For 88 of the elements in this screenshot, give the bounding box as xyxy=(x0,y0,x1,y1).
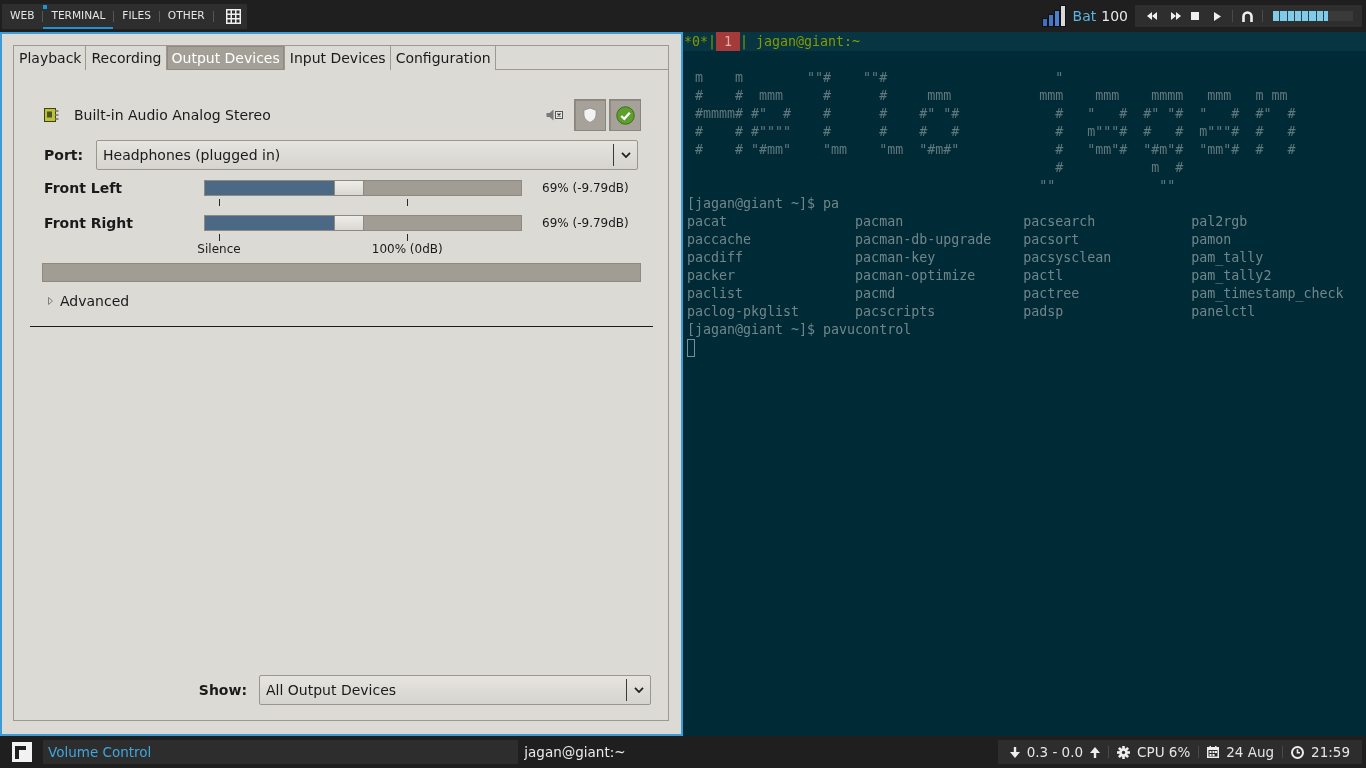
port-dropdown[interactable]: Headphones (plugged in) xyxy=(96,140,638,170)
workspace-tab[interactable]: WEB xyxy=(2,3,43,29)
network-speed: 0.3 - 0.0 xyxy=(1026,744,1084,760)
completion-entry: pacdiff xyxy=(687,250,744,265)
grid-icon[interactable] xyxy=(225,8,241,24)
workspace-tab[interactable]: OTHER xyxy=(159,3,213,29)
workspace-tab[interactable]: TERMINAL xyxy=(43,3,114,29)
window-layout-icon[interactable] xyxy=(12,742,32,762)
taskbar-button[interactable]: Volume Control xyxy=(43,740,519,764)
channel-label: Front Left xyxy=(44,180,123,196)
cpu-usage: CPU 6% xyxy=(1137,744,1191,760)
command-line: [jagan@giant ~]$ pa xyxy=(687,196,840,211)
status-label: *0*| xyxy=(684,33,717,51)
arrow-up-icon xyxy=(1090,746,1101,758)
scale-label: 100% (0dB) xyxy=(371,242,443,256)
volume-reading: 69% (-9.79dB) xyxy=(542,181,630,195)
scale-tick xyxy=(407,234,409,241)
completion-entry: paccache xyxy=(687,232,752,247)
calendar-icon xyxy=(1207,746,1220,758)
scale-label: Silence xyxy=(197,242,241,256)
device-name: Built-in Audio Analog Stereo xyxy=(74,107,271,123)
ascii-art-text: m m ""# ""# " # # mmm # # mmm mmm mmm mmmm mmm m mm #mmmm# #" # # # #" "# # " # #" "# " # #" # # # #"""" # # # # # m"""# # # m"""# # # # # "#mm" "mm "mm "#m#" # "mm"# "#m"# "mm"# # # # m # "" "" xyxy=(694,69,1296,195)
clock-time: 21:59 xyxy=(1311,744,1350,760)
completion-entry: pactree xyxy=(1023,286,1080,301)
headphones-icon[interactable] xyxy=(1242,10,1253,22)
completion-entry: pacsysclean xyxy=(1023,250,1112,265)
completion-entry: panelctl xyxy=(1191,304,1256,319)
date-text: 24 Aug xyxy=(1226,744,1275,760)
completion-entry: pacman-db-upgrade xyxy=(855,232,992,247)
volume-slider[interactable] xyxy=(204,215,522,231)
battery-value: 100 xyxy=(1101,8,1128,24)
play-icon[interactable] xyxy=(1214,11,1221,21)
tab[interactable]: Playback xyxy=(14,46,87,70)
scale-tick xyxy=(219,199,220,206)
check-circle-icon xyxy=(615,105,635,125)
mute-button[interactable] xyxy=(546,108,563,122)
shield-icon xyxy=(583,107,597,123)
completion-entry: pacat xyxy=(687,214,728,229)
status-label: | jagan@giant:~ xyxy=(740,33,861,51)
show-label: Show: xyxy=(198,682,247,698)
rewind-icon[interactable] xyxy=(1147,12,1157,20)
tab[interactable]: Input Devices xyxy=(284,46,391,70)
chevron-down-icon xyxy=(634,687,644,693)
volume-meter[interactable] xyxy=(1273,11,1353,21)
tab[interactable]: Recording xyxy=(86,46,167,70)
completion-entry: pacsearch xyxy=(1023,214,1096,229)
port-label: Port: xyxy=(44,147,85,163)
block-cursor-icon xyxy=(687,339,695,357)
volume-reading: 69% (-9.79dB) xyxy=(542,216,630,230)
completion-entry: pacman-optimize xyxy=(855,268,976,283)
scale-tick xyxy=(407,199,409,206)
set-default-button[interactable] xyxy=(609,99,641,131)
completion-entry: pacman-key xyxy=(855,250,936,265)
completion-entry: pacsort xyxy=(1023,232,1080,247)
completion-entry: pacscripts xyxy=(855,304,936,319)
completion-entry: pal2rgb xyxy=(1191,214,1248,229)
completion-entry: padsp xyxy=(1023,304,1064,319)
lock-channels-button[interactable] xyxy=(574,99,606,131)
completion-entry: paclog-pkglist xyxy=(687,304,800,319)
tab[interactable]: Configuration xyxy=(390,46,496,70)
clock-icon xyxy=(1291,745,1305,759)
completion-entry: packer xyxy=(687,268,736,283)
completion-entry: pam_tally2 xyxy=(1191,268,1272,283)
sound-card-icon xyxy=(44,108,59,122)
signal-bars-icon xyxy=(1041,5,1066,27)
taskbar-button[interactable]: jagan@giant:~ xyxy=(520,740,995,764)
arrow-down-icon xyxy=(1009,746,1020,758)
channel-label: Front Right xyxy=(44,215,134,231)
command-line: [jagan@giant ~]$ pavucontrol xyxy=(687,322,912,337)
completion-entry: pamon xyxy=(1191,232,1232,247)
fast-forward-icon[interactable] xyxy=(1171,12,1181,20)
advanced-expander[interactable]: Advanced xyxy=(42,293,130,309)
muted-speaker-icon xyxy=(546,109,563,121)
slider-handle[interactable] xyxy=(333,180,364,196)
completion-entry: pactl xyxy=(1023,268,1064,283)
chevron-down-icon xyxy=(621,152,631,158)
completion-entry: pam_tally xyxy=(1191,250,1264,265)
scale-tick xyxy=(219,234,220,241)
slider-handle[interactable] xyxy=(333,215,364,231)
gear-icon xyxy=(1117,745,1131,759)
volume-slider[interactable] xyxy=(204,180,522,196)
show-dropdown[interactable]: All Output Devices xyxy=(259,675,651,705)
completion-entry: pacman xyxy=(855,214,904,229)
workspace-tab[interactable]: FILES xyxy=(114,3,159,29)
completion-entry: paclist xyxy=(687,286,744,301)
battery-label: Bat xyxy=(1072,8,1097,24)
completion-entry: pacmd xyxy=(855,286,896,301)
completion-entry: pam_timestamp_check xyxy=(1191,286,1344,301)
